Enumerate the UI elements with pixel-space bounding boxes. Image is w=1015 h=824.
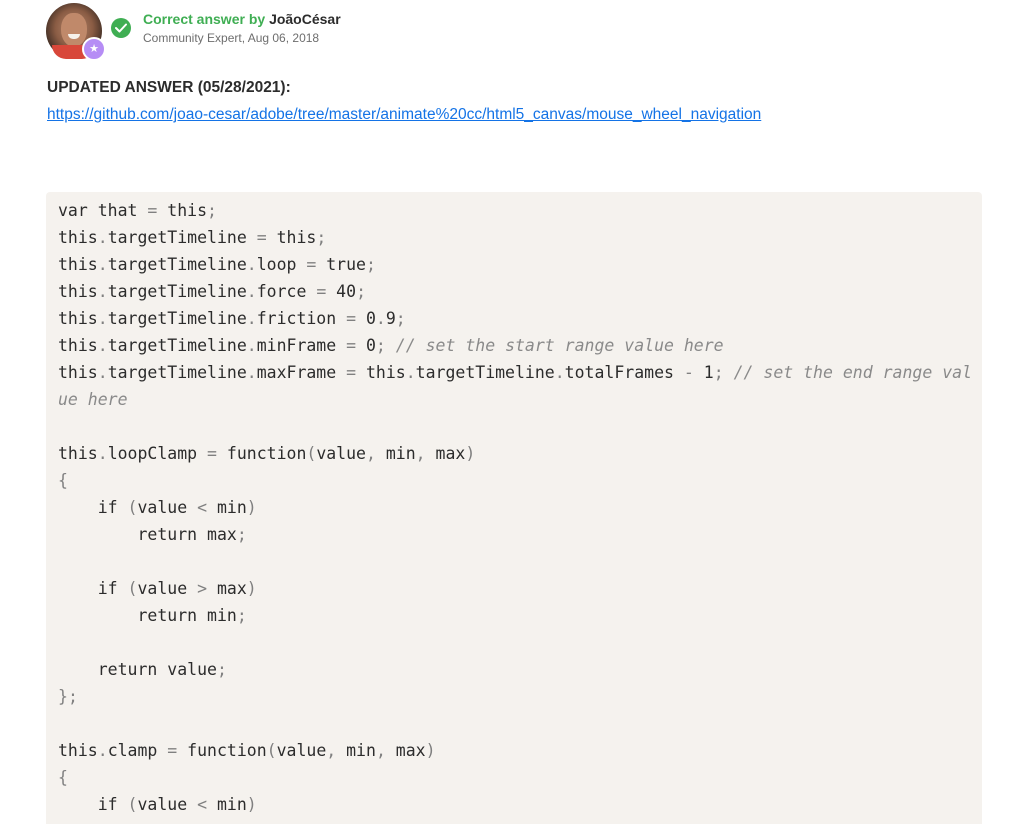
author-meta: Community Expert, Aug 06, 2018	[143, 31, 320, 45]
code-line: return max;	[58, 525, 247, 544]
code-line: ue here	[58, 390, 128, 409]
author-avatar[interactable]: ★	[46, 3, 106, 61]
code-block: var that = this; this.targetTimeline = th…	[46, 192, 982, 824]
code-line: if (value > max)	[58, 579, 257, 598]
answer-meta: Correct answer by JoãoCésar Community Ex…	[143, 10, 341, 46]
code-line: this.targetTimeline.force = 40;	[58, 282, 366, 301]
code-line: return value;	[58, 660, 227, 679]
code-line: this.targetTimeline.maxFrame = this.targ…	[58, 363, 972, 382]
code-line: {	[58, 471, 68, 490]
check-icon	[111, 18, 131, 38]
correct-answer-line: Correct answer by JoãoCésar	[143, 10, 341, 28]
code-line: };	[58, 687, 78, 706]
updated-answer-heading: UPDATED ANSWER (05/28/2021):	[47, 79, 291, 96]
code-line: if (value < min)	[58, 498, 257, 517]
answer-header: ★ Correct answer by JoãoCésar Community …	[46, 3, 341, 61]
star-icon: ★	[82, 37, 106, 61]
code-line: this.targetTimeline = this;	[58, 228, 327, 247]
github-link[interactable]: https://github.com/joao-cesar/adobe/tree…	[47, 106, 761, 124]
code-line: this.targetTimeline.minFrame = 0; // set…	[58, 336, 724, 355]
author-name-link[interactable]: JoãoCésar	[269, 11, 341, 27]
code-line: this.targetTimeline.friction = 0.9;	[58, 309, 406, 328]
code-line: if (value < min)	[58, 795, 257, 814]
code-line: var that = this;	[58, 201, 217, 220]
code-line: this.loopClamp = function(value, min, ma…	[58, 444, 476, 463]
code-line: return min;	[58, 606, 247, 625]
code-text: var that = this; this.targetTimeline = th…	[58, 197, 972, 818]
correct-answer-label: Correct answer by	[143, 11, 266, 27]
code-line: {	[58, 768, 68, 787]
code-line: this.clamp = function(value, min, max)	[58, 741, 436, 760]
code-line: this.targetTimeline.loop = true;	[58, 255, 376, 274]
